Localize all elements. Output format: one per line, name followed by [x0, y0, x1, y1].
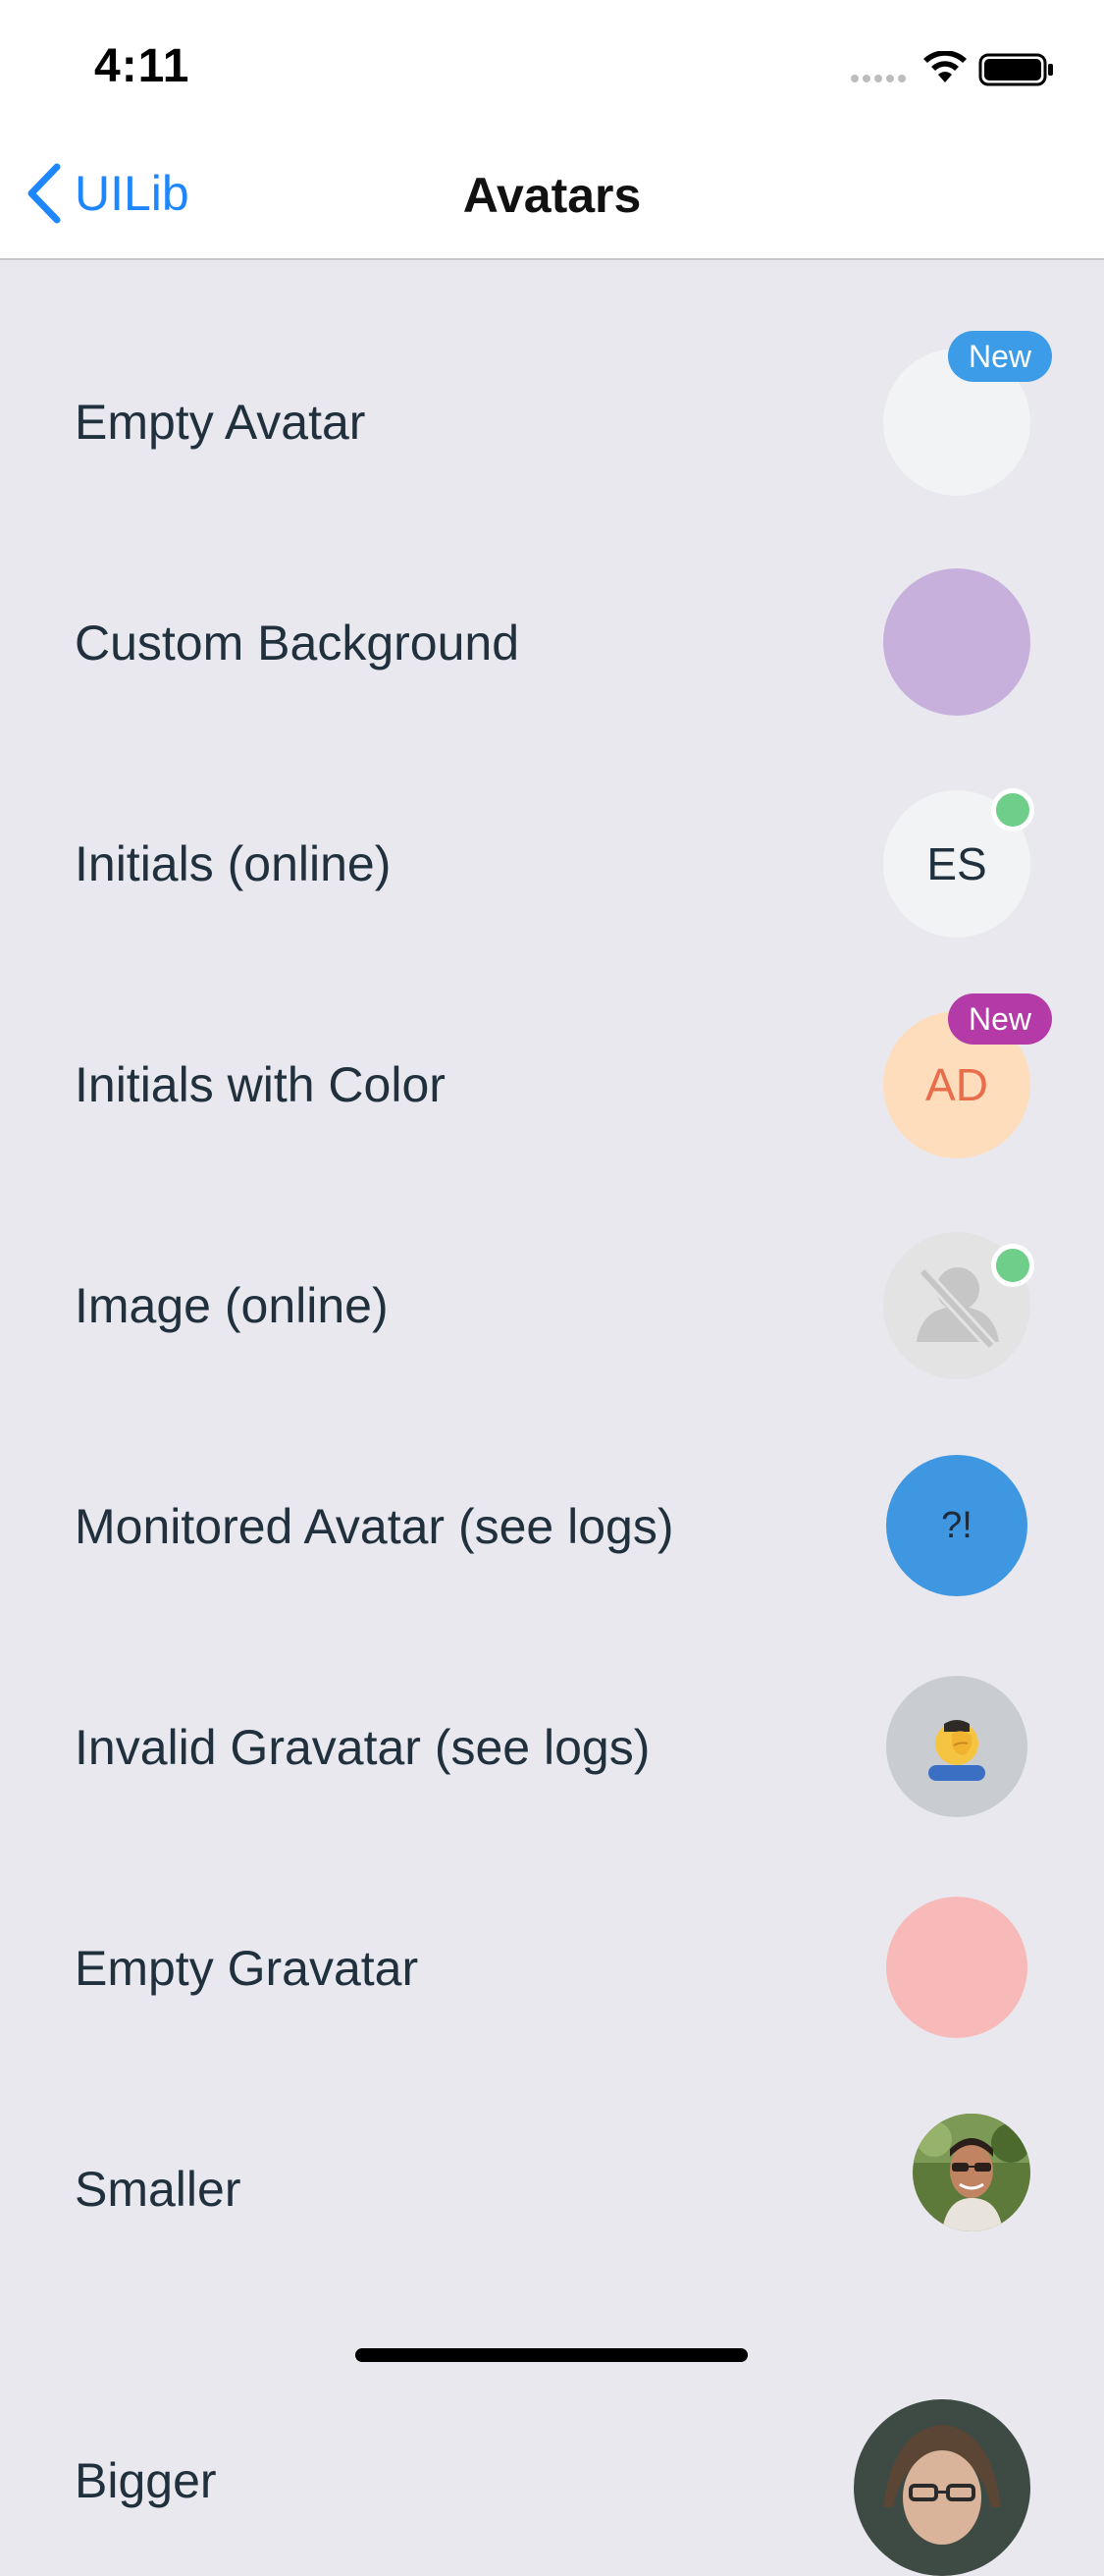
status-icons	[851, 50, 1057, 86]
list-item-empty-gravatar[interactable]: Empty Gravatar	[0, 1857, 1104, 2078]
online-status-dot	[991, 1244, 1034, 1287]
row-label: Empty Avatar	[75, 394, 366, 450]
online-status-dot	[991, 788, 1034, 832]
avatar-initials-text: AD	[925, 1059, 988, 1110]
avatar-invalid-gravatar	[886, 1676, 1027, 1817]
avatar-monitored: ?!	[886, 1455, 1027, 1596]
battery-icon	[978, 53, 1053, 86]
list-item-initials-online[interactable]: Initials (online) ES	[0, 753, 1104, 974]
avatar-custom-background	[883, 568, 1030, 716]
home-indicator[interactable]	[355, 2348, 748, 2362]
navigation-bar: UILib Avatars	[0, 130, 1104, 260]
avatar-empty-gravatar	[886, 1897, 1027, 2038]
status-time: 4:11	[94, 40, 190, 92]
user-photo	[854, 2399, 1030, 2576]
list-item-smaller[interactable]: Smaller	[0, 2078, 1104, 2299]
list-item-invalid-gravatar[interactable]: Invalid Gravatar (see logs)	[0, 1637, 1104, 1857]
list-item-empty-avatar[interactable]: Empty Avatar New	[0, 311, 1104, 532]
status-bar: 4:11	[0, 0, 1104, 130]
status-icons-svg	[851, 50, 1053, 86]
avatar-bigger	[854, 2399, 1030, 2576]
avatar-smaller	[913, 2114, 1030, 2231]
avatar-initials-text: ?!	[941, 1504, 973, 1546]
facepalm-emoji-icon	[928, 1720, 985, 1781]
avatar-initials: ES	[883, 788, 1034, 938]
avatar-initials-text: ES	[926, 838, 987, 889]
row-label: Initials with Color	[75, 1056, 446, 1112]
avatar-initials-color: AD New	[883, 993, 1052, 1158]
new-badge: New	[948, 993, 1052, 1045]
list-item-initials-with-color[interactable]: Initials with Color AD New	[0, 974, 1104, 1195]
list-item-image-online[interactable]: Image (online)	[0, 1195, 1104, 1416]
avatar-image	[883, 1232, 1034, 1379]
row-label: Bigger	[75, 2453, 217, 2508]
cellular-signal-icon	[851, 75, 906, 82]
new-badge: New	[948, 331, 1052, 382]
wifi-icon	[923, 50, 967, 82]
page-title: Avatars	[462, 168, 642, 223]
list-item-bigger[interactable]: Bigger	[0, 2299, 1104, 2576]
row-label: Monitored Avatar (see logs)	[75, 1498, 674, 1554]
row-label: Image (online)	[75, 1277, 389, 1333]
row-label: Custom Background	[75, 615, 520, 671]
user-photo	[913, 2114, 1030, 2231]
list-item-custom-background[interactable]: Custom Background	[0, 532, 1104, 753]
list-item-monitored-avatar[interactable]: Monitored Avatar (see logs) ?!	[0, 1416, 1104, 1637]
avatar-empty: New	[883, 331, 1052, 496]
row-label: Empty Gravatar	[75, 1940, 419, 1996]
row-label: Initials (online)	[75, 835, 392, 891]
row-label: Invalid Gravatar (see logs)	[75, 1719, 651, 1775]
row-label: Smaller	[75, 2161, 241, 2217]
